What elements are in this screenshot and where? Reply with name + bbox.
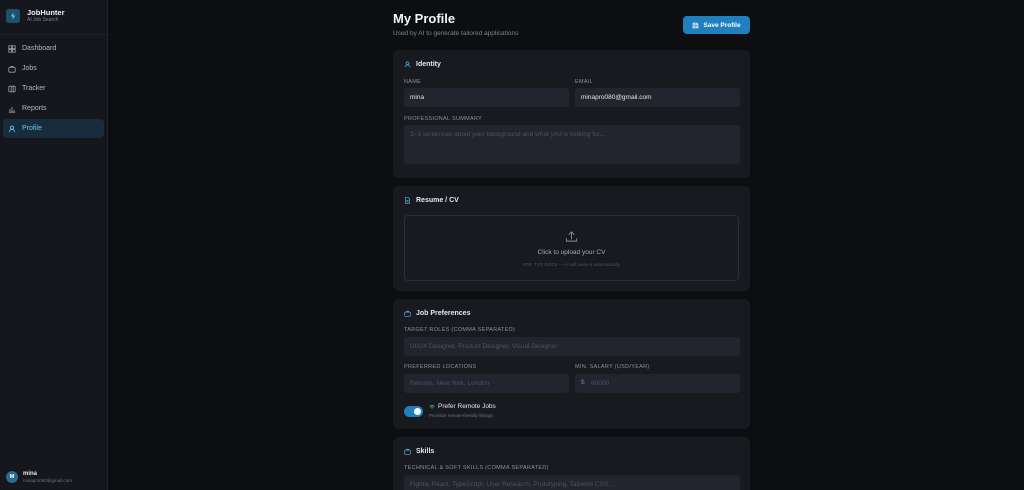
user-name: mina [23, 470, 38, 477]
briefcase-icon [404, 448, 411, 455]
skills-card: Skills TECHNICAL & SOFT SKILLS (COMMA SE… [393, 437, 750, 490]
bar-chart-icon [8, 106, 16, 113]
brand-name: JobHunter [27, 8, 65, 17]
card-title-text: Skills [416, 448, 435, 455]
email-label: EMAIL [575, 79, 594, 85]
brand[interactable]: JobHunter AI Job Search [0, 0, 107, 34]
skills-label: TECHNICAL & SOFT SKILLS (COMMA SEPARATED… [404, 465, 549, 471]
resume-card-title: Resume / CV [404, 197, 459, 204]
card-title-text: Identity [416, 61, 441, 68]
upload-hint: PDF, TXT, DOCX — AI will parse it automa… [523, 261, 620, 267]
sidebar-item-dashboard[interactable]: Dashboard [3, 39, 104, 58]
user-email: minapro080@gmail.com [23, 477, 72, 483]
sidebar-item-tracker[interactable]: Tracker [3, 79, 104, 98]
sidebar-item-reports[interactable]: Reports [3, 99, 104, 118]
salary-input[interactable] [575, 374, 740, 393]
summary-textarea[interactable] [404, 125, 740, 164]
salary-label: MIN. SALARY (USD/YEAR) [575, 364, 650, 370]
sidebar-item-label: Profile [22, 125, 42, 132]
upload-icon [565, 230, 578, 242]
brand-subtitle: AI Job Search [27, 17, 59, 23]
app-root: JobHunter AI Job Search Dashboard Jobs T… [0, 0, 1024, 490]
briefcase-icon [404, 310, 411, 317]
card-title-text: Job Preferences [416, 310, 471, 317]
sidebar-user[interactable]: M mina minapro080@gmail.com [0, 464, 108, 490]
kanban-icon [8, 85, 16, 92]
user-icon [8, 125, 16, 132]
identity-card-title: Identity [404, 61, 441, 68]
prefer-remote-label: Prefer Remote Jobs [429, 403, 496, 410]
prefer-remote-text: Prefer Remote Jobs [438, 403, 496, 410]
sidebar-item-jobs[interactable]: Jobs [3, 59, 104, 78]
sidebar-divider [0, 34, 107, 35]
toggle-knob [414, 408, 421, 415]
email-input[interactable] [575, 88, 740, 107]
target-roles-input[interactable] [404, 337, 740, 356]
lightning-logo-icon [6, 9, 20, 23]
prefer-remote-toggle[interactable] [404, 406, 423, 417]
sidebar-item-label: Dashboard [22, 45, 57, 52]
document-icon [405, 197, 410, 204]
locations-label: PREFERRED LOCATIONS [404, 364, 477, 370]
briefcase-icon [8, 65, 16, 73]
summary-label: PROFESSIONAL SUMMARY [404, 116, 483, 122]
card-title-text: Resume / CV [416, 197, 459, 204]
job-preferences-card: Job Preferences TARGET ROLES (COMMA SEPA… [393, 299, 750, 429]
sidebar-item-profile[interactable]: Profile [3, 119, 104, 138]
prefer-remote-hint: Prioritize remote-friendly listings [429, 413, 493, 418]
save-profile-button[interactable]: Save Profile [683, 16, 750, 34]
page-header: My Profile Used by AI to generate tailor… [393, 11, 750, 41]
user-icon [404, 61, 411, 68]
sidebar-item-label: Reports [22, 105, 47, 112]
brand-text: JobHunter AI Job Search [27, 8, 65, 24]
main-content: My Profile Used by AI to generate tailor… [108, 0, 1024, 490]
dashboard-icon [8, 44, 16, 53]
save-button-label: Save Profile [703, 21, 741, 29]
sidebar: JobHunter AI Job Search Dashboard Jobs T… [0, 0, 108, 490]
resume-card: Resume / CV Click to upload your CV PDF,… [393, 186, 750, 291]
salary-currency-prefix: $ [581, 379, 585, 386]
avatar: M [6, 471, 18, 483]
name-label: NAME [404, 79, 422, 85]
upload-title: Click to upload your CV [537, 248, 606, 256]
skills-input[interactable] [404, 475, 740, 490]
locations-input[interactable] [404, 374, 569, 393]
wifi-icon [429, 404, 435, 409]
name-input[interactable] [404, 88, 569, 107]
skills-card-title: Skills [404, 448, 434, 455]
save-icon [693, 22, 699, 28]
sidebar-nav: Dashboard Jobs Tracker Reports Profile [0, 39, 107, 138]
sidebar-item-label: Jobs [22, 65, 37, 72]
preferences-card-title: Job Preferences [404, 310, 470, 317]
sidebar-item-label: Tracker [22, 85, 46, 92]
identity-card: Identity NAME EMAIL PROFESSIONAL SUMMARY [393, 50, 750, 178]
user-info: mina minapro080@gmail.com [23, 471, 72, 484]
target-roles-label: TARGET ROLES (COMMA SEPARATED) [404, 327, 515, 333]
cv-upload-dropzone[interactable]: Click to upload your CV PDF, TXT, DOCX —… [404, 215, 739, 281]
